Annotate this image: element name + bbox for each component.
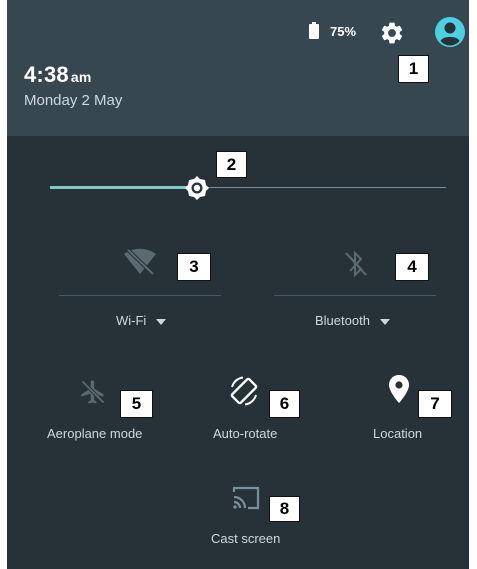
battery-percent: 75% [330,24,357,39]
annotation-badge-4: 4 [395,253,429,281]
clock[interactable]: 4:38 am [24,62,91,88]
triangle-down-icon [155,318,166,325]
annotation-badge-3: 3 [177,253,211,281]
aeroplane-mode-label: Aeroplane mode [47,426,143,441]
account-circle-icon[interactable] [434,16,466,48]
bluetooth-label-text: Bluetooth [315,313,370,328]
bluetooth-off-icon[interactable] [344,250,368,278]
annotation-badge-8: 8 [269,496,300,522]
clock-time: 4:38 [24,62,69,87]
airplane-icon[interactable] [79,377,107,407]
annotation-badge-6: 6 [269,390,300,418]
auto-rotate-label: Auto-rotate [213,426,278,441]
wifi-divider [59,295,221,296]
bluetooth-divider [274,295,436,296]
triangle-down-icon [379,318,390,325]
annotation-badge-1: 1 [398,55,429,83]
brightness-track-filled [50,186,198,189]
location-label: Location [373,426,423,441]
brightness-track-empty [207,187,446,188]
cast-icon[interactable] [230,484,262,512]
annotation-badge-2: 2 [216,151,247,178]
screen-rotation-icon[interactable] [226,373,262,409]
date-label[interactable]: Monday 2 May [24,92,122,109]
annotation-badge-5: 5 [120,390,153,418]
bluetooth-label[interactable]: Bluetooth [315,313,390,328]
clock-ampm: am [70,69,92,85]
wifi-label-text: Wi-Fi [116,313,147,328]
location-pin-icon[interactable] [388,374,410,404]
battery-icon [309,22,319,39]
quick-settings-panel: 4:38 am Monday 2 May 75% 1 2 Wi-Fi 3 Blu… [7,0,469,569]
status-header: 4:38 am Monday 2 May 75% 1 [7,0,469,136]
wifi-off-icon[interactable] [123,248,157,276]
annotation-badge-7: 7 [418,390,452,418]
wifi-label[interactable]: Wi-Fi [116,313,166,328]
cast-screen-label: Cast screen [211,531,281,546]
brightness-icon[interactable] [184,175,210,201]
gear-icon[interactable] [379,20,405,46]
